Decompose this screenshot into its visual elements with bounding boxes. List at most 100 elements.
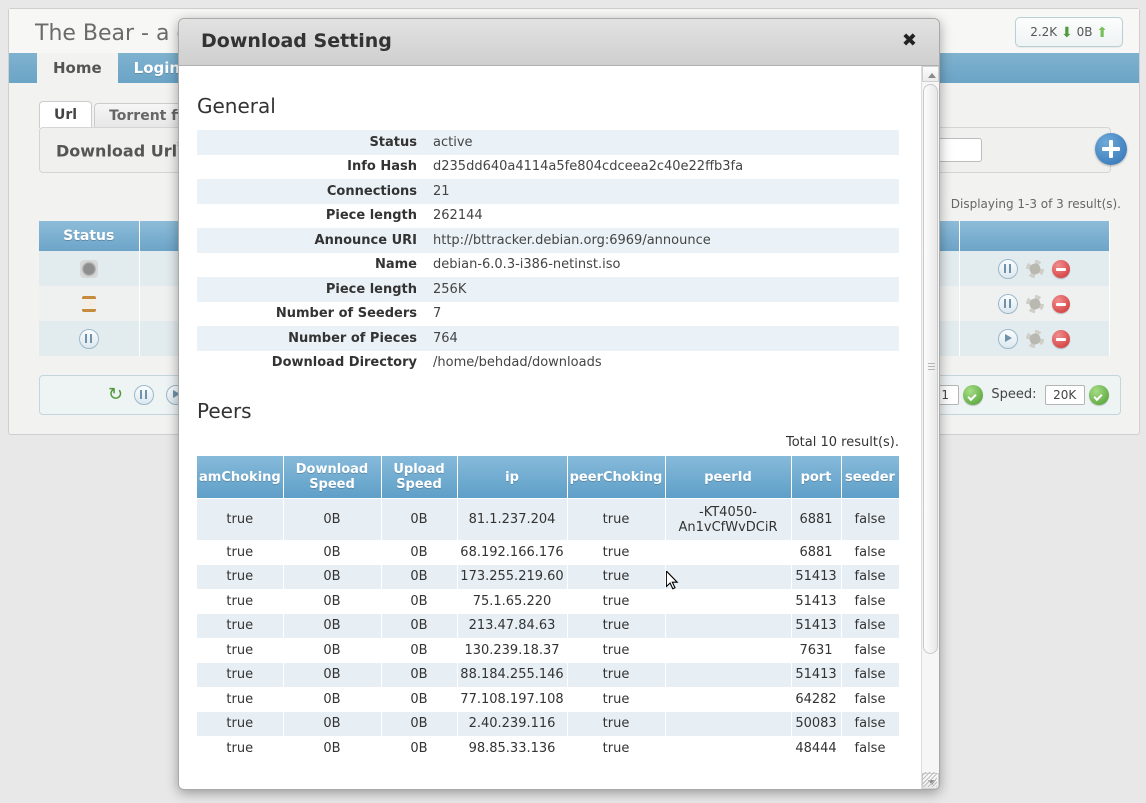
gear-icon[interactable] [1026, 260, 1044, 278]
peers-cell-port: 6881 [791, 499, 841, 541]
peers-cell-upload: 0B [381, 712, 457, 737]
pause-icon[interactable] [134, 385, 154, 405]
delete-icon[interactable] [1052, 260, 1070, 278]
scrollbar-thumb[interactable] [923, 84, 938, 654]
actions-cell [959, 321, 1109, 356]
peers-cell-ip: 77.108.197.108 [457, 687, 567, 712]
peers-cell-download: 0B [283, 712, 381, 737]
general-row: Namedebian-6.0.3-i386-netinst.iso [197, 253, 899, 278]
peers-col-ip[interactable]: ip [457, 456, 567, 499]
pause-icon [79, 329, 99, 349]
peers-cell-amchoking: true [197, 589, 283, 614]
mouse-cursor [666, 571, 680, 591]
peers-cell-download: 0B [283, 499, 381, 541]
peers-col-download-speed[interactable]: Download Speed [283, 456, 381, 499]
peers-cell-upload: 0B [381, 638, 457, 663]
scroll-up-icon[interactable] [922, 66, 939, 82]
gear-icon[interactable] [1026, 330, 1044, 348]
peers-col-seeder[interactable]: seeder [841, 456, 899, 499]
actions-cell [959, 251, 1109, 286]
peers-row[interactable]: true0B0B173.255.219.60true51413false [197, 565, 899, 590]
general-value: 764 [425, 326, 899, 351]
close-icon[interactable]: ✖ [902, 30, 917, 52]
peers-row[interactable]: true0B0B98.85.33.136true48444false [197, 736, 899, 761]
speed-indicator: 2.2K ⬇ 0B ⬆ [1015, 17, 1123, 47]
pause-icon[interactable] [998, 294, 1018, 314]
peers-cell-peerid [665, 712, 791, 737]
peers-cell-peerchoking: true [567, 663, 665, 688]
dialog-scrollbar[interactable] [921, 66, 939, 789]
peers-cell-peerchoking: true [567, 687, 665, 712]
peers-row[interactable]: true0B0B75.1.65.220true51413false [197, 589, 899, 614]
peers-heading: Peers [197, 399, 899, 423]
refresh-icon[interactable]: ↻ [105, 385, 125, 405]
peers-cell-ip: 75.1.65.220 [457, 589, 567, 614]
general-table: StatusactiveInfo Hashd235dd640a4114a5fe8… [197, 130, 899, 375]
upload-speed-value: 0B [1077, 25, 1093, 39]
peers-cell-peerchoking: true [567, 499, 665, 541]
peers-cell-upload: 0B [381, 687, 457, 712]
peers-cell-port: 48444 [791, 736, 841, 761]
col-actions [959, 221, 1109, 251]
general-key: Piece length [197, 277, 425, 302]
peers-cell-seeder: false [841, 565, 899, 590]
status-cell [39, 286, 139, 321]
general-row: Piece length262144 [197, 204, 899, 229]
speed-label: Speed: [991, 387, 1036, 402]
peers-cell-peerid [665, 540, 791, 565]
speed-limit-bar: 1 Speed: 20K [919, 375, 1121, 415]
check-icon[interactable] [963, 385, 983, 405]
peers-col-peerchoking[interactable]: peerChoking [567, 456, 665, 499]
arrow-down-icon: ⬇ [1061, 25, 1073, 41]
peers-row[interactable]: true0B0B130.239.18.37true7631false [197, 638, 899, 663]
peers-cell-download: 0B [283, 614, 381, 639]
general-value: 256K [425, 277, 899, 302]
peers-cell-upload: 0B [381, 499, 457, 541]
peers-cell-port: 64282 [791, 687, 841, 712]
peers-col-upload-speed[interactable]: Upload Speed [381, 456, 457, 499]
check-icon[interactable] [1089, 385, 1109, 405]
general-row: Connections21 [197, 179, 899, 204]
peers-row[interactable]: true0B0B88.184.255.146true51413false [197, 663, 899, 688]
peers-row[interactable]: true0B0B81.1.237.204true-KT4050-An1vCfWv… [197, 499, 899, 541]
peers-row[interactable]: true0B0B213.47.84.63true51413false [197, 614, 899, 639]
peers-row[interactable]: true0B0B68.192.166.176true6881false [197, 540, 899, 565]
col-status[interactable]: Status [39, 221, 139, 251]
peers-cell-ip: 81.1.237.204 [457, 499, 567, 541]
gear-icon[interactable] [1026, 295, 1044, 313]
dialog-titlebar[interactable]: Download Setting ✖ [179, 19, 939, 66]
peers-cell-download: 0B [283, 565, 381, 590]
download-setting-dialog: Download Setting ✖ General StatusactiveI… [178, 18, 940, 790]
general-value: debian-6.0.3-i386-netinst.iso [425, 253, 899, 278]
general-key: Announce URI [197, 228, 425, 253]
speed-input[interactable]: 20K [1045, 385, 1085, 405]
peers-cell-amchoking: true [197, 614, 283, 639]
peers-col-amchoking[interactable]: amChoking [197, 456, 283, 499]
peers-cell-seeder: false [841, 663, 899, 688]
pause-icon[interactable] [998, 259, 1018, 279]
peers-cell-amchoking: true [197, 540, 283, 565]
peers-col-peerid[interactable]: peerId [665, 456, 791, 499]
plus-icon[interactable] [1095, 133, 1127, 165]
general-value: d235dd640a4114a5fe804cdceea2c40e22ffb3fa [425, 155, 899, 180]
peers-row[interactable]: true0B0B2.40.239.116true50083false [197, 712, 899, 737]
general-value: http://bttracker.debian.org:6969/announc… [425, 228, 899, 253]
peers-cell-seeder: false [841, 540, 899, 565]
play-icon[interactable] [998, 329, 1018, 349]
peers-cell-peerid [665, 687, 791, 712]
resize-handle[interactable] [922, 772, 937, 787]
peers-cell-ip: 68.192.166.176 [457, 540, 567, 565]
delete-icon[interactable] [1052, 330, 1070, 348]
peers-col-port[interactable]: port [791, 456, 841, 499]
peers-cell-seeder: false [841, 638, 899, 663]
delete-icon[interactable] [1052, 295, 1070, 313]
peers-row[interactable]: true0B0B77.108.197.108true64282false [197, 687, 899, 712]
general-key: Status [197, 130, 425, 155]
tab-url[interactable]: Url [39, 101, 92, 128]
peers-cell-upload: 0B [381, 614, 457, 639]
peers-cell-amchoking: true [197, 565, 283, 590]
status-cell [39, 251, 139, 286]
nav-item-home[interactable]: Home [37, 53, 118, 83]
peers-cell-download: 0B [283, 663, 381, 688]
peers-cell-port: 50083 [791, 712, 841, 737]
